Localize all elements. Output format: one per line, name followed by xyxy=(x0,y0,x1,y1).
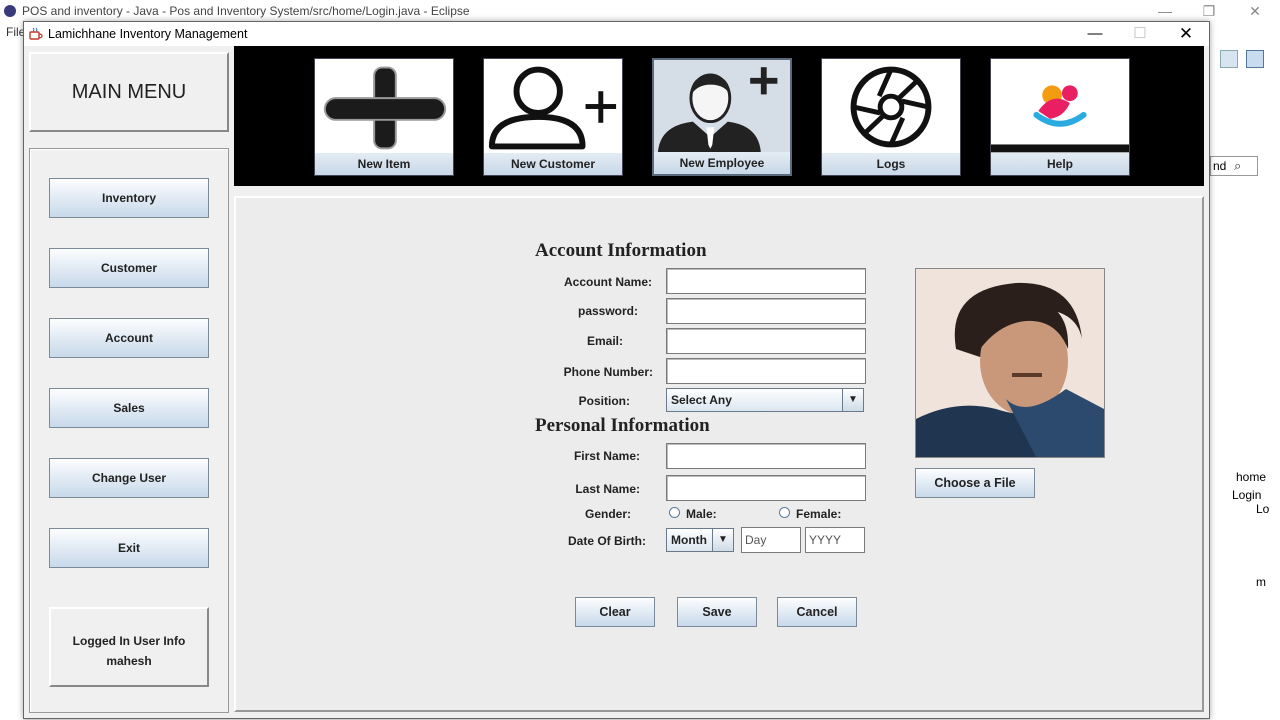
chevron-down-icon[interactable]: ▼ xyxy=(712,529,733,551)
tree-item-login[interactable]: Login xyxy=(1232,488,1261,502)
new-item-label: New Item xyxy=(315,153,453,175)
sidebar-item-inventory[interactable]: Inventory xyxy=(49,178,209,218)
sidebar-item-change-user[interactable]: Change User xyxy=(49,458,209,498)
sidebar-item-exit[interactable]: Exit xyxy=(49,528,209,568)
eclipse-minimize-icon[interactable]: — xyxy=(1142,1,1188,21)
account-name-label: Account Name: xyxy=(563,275,652,289)
sidebar-panel: Inventory Customer Account Sales Change … xyxy=(29,148,229,713)
sidebar-item-account[interactable]: Account xyxy=(49,318,209,358)
java-cup-icon xyxy=(29,27,43,40)
cancel-button[interactable]: Cancel xyxy=(777,597,857,627)
choose-file-button[interactable]: Choose a File xyxy=(915,468,1035,498)
clear-button[interactable]: Clear xyxy=(575,597,655,627)
employee-icon xyxy=(657,67,778,153)
perspective-icon[interactable] xyxy=(1220,50,1238,68)
app-titlebar: Lamichhane Inventory Management — ☐ ✕ xyxy=(24,22,1209,46)
last-name-field[interactable] xyxy=(666,475,866,501)
tree-item-m[interactable]: m xyxy=(1256,575,1266,589)
eclipse-icon xyxy=(4,5,16,17)
new-item-button[interactable]: New Item xyxy=(314,58,454,176)
new-customer-label: New Customer xyxy=(484,153,622,175)
dob-day-field[interactable]: Day xyxy=(741,527,801,553)
java-perspective-icon[interactable] xyxy=(1246,50,1264,68)
tree-item-home[interactable]: home xyxy=(1236,470,1266,484)
close-icon[interactable]: ✕ xyxy=(1163,22,1209,46)
email-label: Email: xyxy=(586,334,623,348)
new-employee-label: New Employee xyxy=(654,152,790,174)
phone-number-field[interactable] xyxy=(666,358,866,384)
logged-in-user-info: Logged In User Info mahesh xyxy=(49,607,209,687)
camera-shutter-icon xyxy=(850,66,932,148)
dob-year-field[interactable]: YYYY xyxy=(805,527,865,553)
save-button[interactable]: Save xyxy=(677,597,757,627)
female-radio[interactable] xyxy=(779,507,790,518)
password-label: password: xyxy=(577,304,638,318)
search-text: nd xyxy=(1213,159,1227,173)
help-icon xyxy=(991,85,1129,153)
dob-month-value: Month xyxy=(671,533,707,547)
person-portrait-icon xyxy=(916,269,1104,457)
dob-month-select[interactable]: Month ▼ xyxy=(666,528,734,552)
password-field[interactable] xyxy=(666,298,866,324)
logged-in-username: mahesh xyxy=(106,654,152,668)
app-window-title: Lamichhane Inventory Management xyxy=(48,27,248,41)
last-name-label: Last Name: xyxy=(575,482,640,496)
position-selected-value: Select Any xyxy=(671,393,732,407)
plus-icon xyxy=(323,66,447,150)
logs-button[interactable]: Logs xyxy=(821,58,961,176)
male-radio[interactable] xyxy=(669,507,680,518)
search-icon[interactable]: ⌕ xyxy=(1234,158,1241,174)
employee-photo xyxy=(915,268,1105,458)
chevron-down-icon[interactable]: ▼ xyxy=(842,389,863,411)
eclipse-left-strip xyxy=(0,44,24,720)
position-label: Position: xyxy=(578,394,630,408)
first-name-field[interactable] xyxy=(666,443,866,469)
logged-in-label: Logged In User Info xyxy=(72,634,186,648)
employee-form-panel: Account Information Account Name: passwo… xyxy=(234,196,1204,712)
personal-information-heading: Personal Information xyxy=(535,415,710,436)
logs-label: Logs xyxy=(822,153,960,175)
help-button[interactable]: Help xyxy=(990,58,1130,176)
new-employee-button[interactable]: New Employee xyxy=(652,58,792,176)
sidebar-item-sales[interactable]: Sales xyxy=(49,388,209,428)
main-menu-header: MAIN MENU xyxy=(29,52,229,132)
female-label: Female: xyxy=(796,507,842,521)
sidebar-item-customer[interactable]: Customer xyxy=(49,248,209,288)
new-customer-button[interactable]: New Customer xyxy=(483,58,623,176)
gender-label: Gender: xyxy=(584,507,631,521)
tree-item-lo[interactable]: Lo xyxy=(1256,502,1269,516)
eclipse-close-icon[interactable]: ✕ xyxy=(1232,1,1278,21)
maximize-icon[interactable]: ☐ xyxy=(1117,22,1163,46)
first-name-label: First Name: xyxy=(573,449,640,463)
eclipse-restore-icon[interactable]: ❐ xyxy=(1186,1,1232,21)
eclipse-right-panel: nd ⌕ home Login Lo m xyxy=(1210,44,1280,720)
email-field[interactable] xyxy=(666,328,866,354)
male-label: Male: xyxy=(686,507,717,521)
account-information-heading: Account Information xyxy=(535,240,707,261)
eclipse-window-title: POS and inventory - Java - Pos and Inven… xyxy=(22,4,470,18)
phone-number-label: Phone Number: xyxy=(563,365,653,379)
top-toolbar: New Item New Customer New Employee Logs … xyxy=(234,46,1204,186)
add-user-icon xyxy=(488,66,617,150)
app-window: Lamichhane Inventory Management — ☐ ✕ MA… xyxy=(23,21,1210,719)
position-select[interactable]: Select Any ▼ xyxy=(666,388,864,412)
help-label: Help xyxy=(991,153,1129,175)
date-of-birth-label: Date Of Birth: xyxy=(568,534,646,548)
account-name-field[interactable] xyxy=(666,268,866,294)
minimize-icon[interactable]: — xyxy=(1072,22,1118,46)
